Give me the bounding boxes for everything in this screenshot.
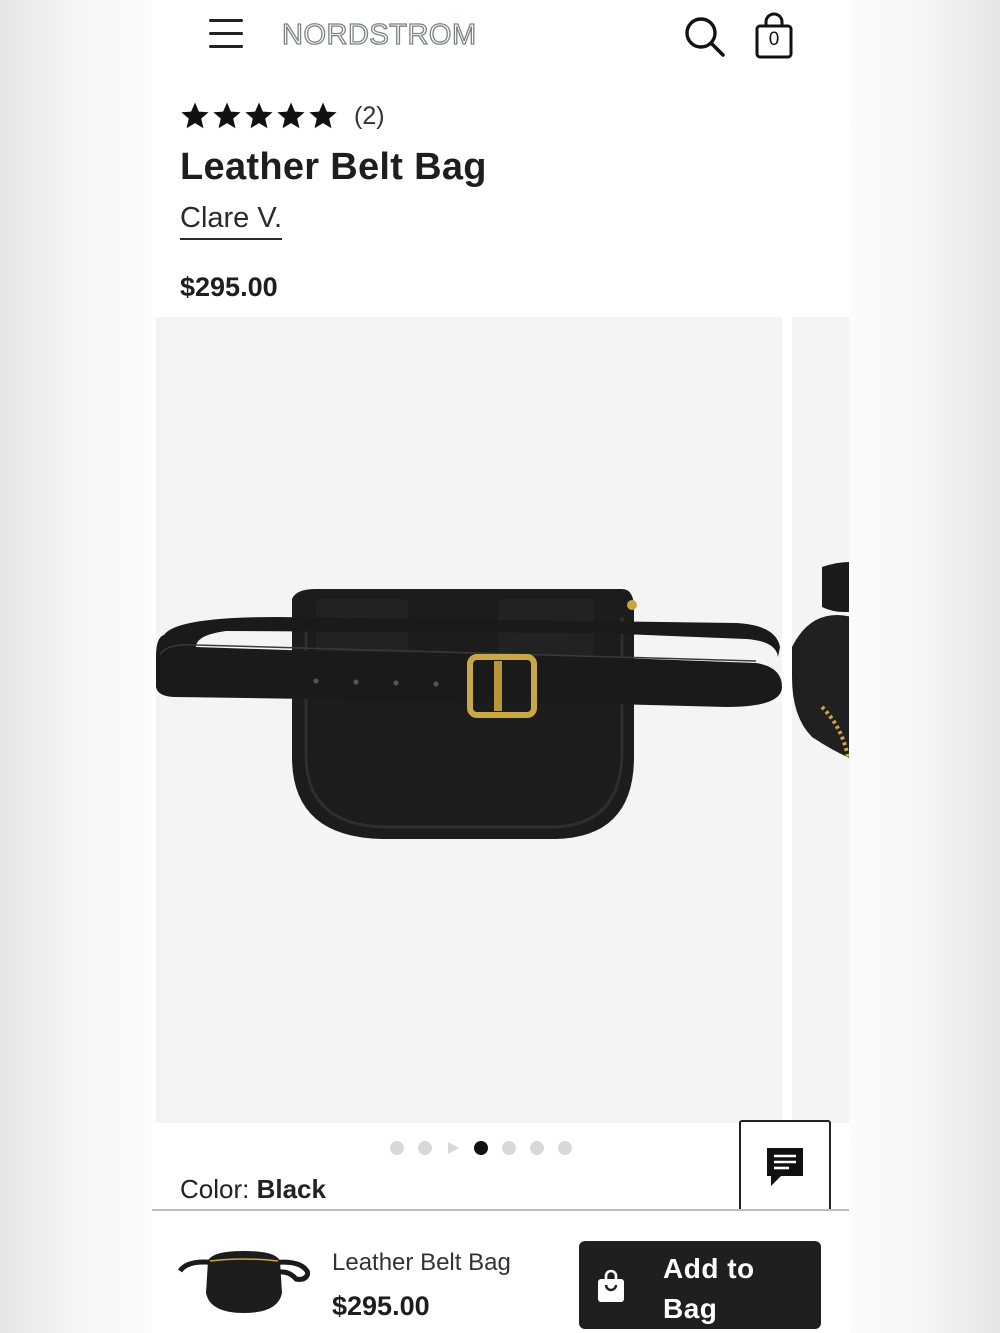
carousel-dot[interactable] — [474, 1141, 488, 1155]
sticky-product-title: Leather Belt Bag — [332, 1249, 511, 1276]
star-icon — [309, 102, 337, 129]
carousel-dot[interactable] — [418, 1141, 432, 1155]
star-rating — [180, 101, 338, 131]
color-label: Color: — [180, 1174, 250, 1204]
star-icon — [181, 102, 209, 129]
carousel-dot[interactable] — [390, 1141, 404, 1155]
add-to-bag-label: Add to Bag — [663, 1249, 803, 1329]
color-value: Black — [256, 1174, 326, 1204]
brand-link[interactable]: Clare V. — [180, 202, 283, 240]
chat-button[interactable] — [739, 1120, 831, 1212]
star-icon — [213, 102, 241, 129]
chat-icon — [767, 1148, 803, 1186]
search-icon — [685, 17, 725, 57]
image-carousel[interactable] — [152, 317, 849, 1123]
carousel-dot[interactable] — [558, 1141, 572, 1155]
belt-bag-thumbnail — [177, 1251, 311, 1313]
menu-button[interactable] — [208, 16, 244, 52]
search-button[interactable] — [682, 14, 728, 60]
belt-bag-image-peek — [792, 562, 849, 758]
color-selector: Color: Black — [180, 1174, 326, 1205]
rating[interactable]: (2) — [180, 98, 385, 134]
star-icon — [277, 102, 305, 129]
product-price: $295.00 — [180, 272, 278, 302]
carousel-dots — [390, 1141, 572, 1155]
product-page: NORDSTROM 0 (2) Leather Belt Bag Clare V… — [152, 0, 849, 1333]
sticky-product-price: $295.00 — [332, 1291, 430, 1321]
star-icon — [245, 102, 273, 129]
product-thumbnail — [177, 1247, 311, 1317]
shopping-bag-button[interactable]: 0 — [752, 12, 796, 60]
menu-icon-line — [209, 19, 243, 22]
bag-count: 0 — [768, 29, 780, 50]
belt-bag-image — [156, 589, 782, 839]
menu-icon-line — [209, 32, 243, 35]
carousel-dot[interactable] — [530, 1141, 544, 1155]
add-to-bag-label-line2: Bag — [663, 1293, 718, 1324]
next-product-image[interactable] — [792, 317, 849, 1123]
carousel-dot[interactable] — [502, 1141, 516, 1155]
add-to-bag-label-line1: Add to — [663, 1253, 755, 1284]
carousel-video-dot[interactable] — [446, 1141, 460, 1155]
add-to-bag-button[interactable]: Add to Bag — [579, 1241, 821, 1329]
nordstrom-logo[interactable]: NORDSTROM — [281, 18, 476, 52]
shopping-bag-icon — [598, 1269, 624, 1302]
sticky-add-to-bag-bar: Leather Belt Bag $295.00 Add to Bag — [152, 1209, 849, 1333]
play-icon — [448, 1142, 459, 1154]
product-image[interactable] — [156, 317, 782, 1123]
menu-icon-line — [209, 45, 243, 48]
review-count: (2) — [354, 101, 385, 130]
product-title: Leather Belt Bag — [180, 146, 487, 188]
